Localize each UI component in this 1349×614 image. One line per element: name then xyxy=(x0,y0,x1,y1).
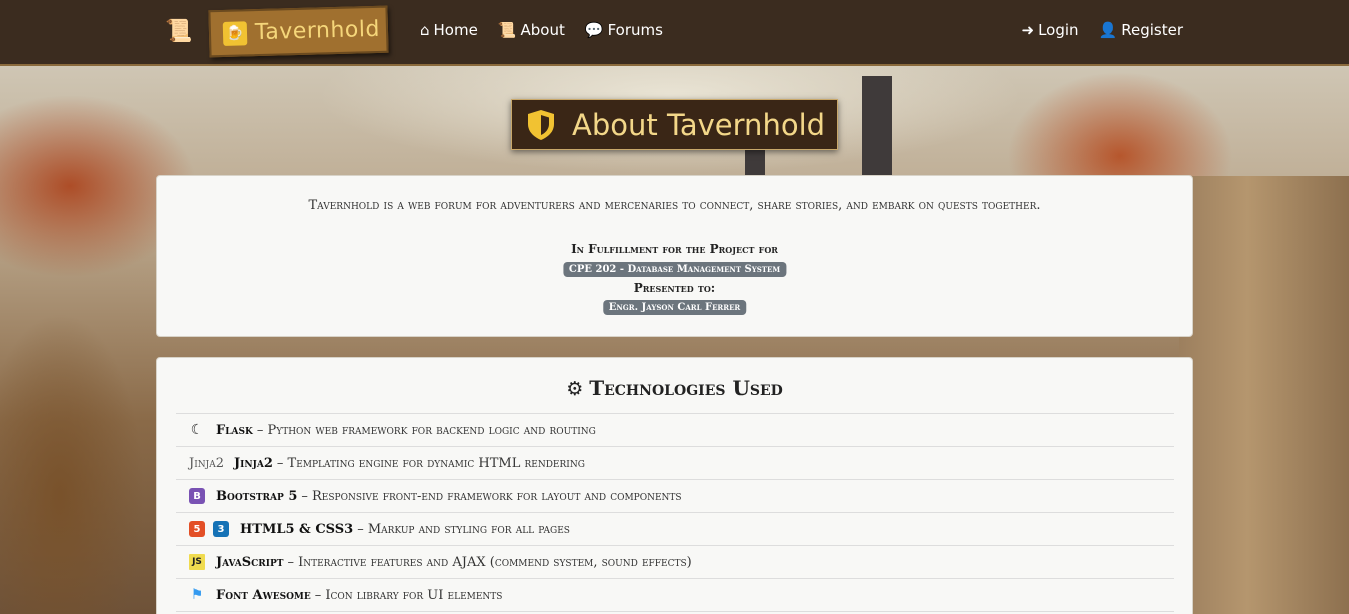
css3-icon: 3 xyxy=(213,521,229,537)
nav-forums[interactable]: 💬 Forums xyxy=(585,21,663,39)
user-plus-icon: 👤 xyxy=(1098,21,1118,39)
about-description: Tavernhold is a web forum for adventurer… xyxy=(308,198,1041,213)
tech-desc: – Icon library for UI elements xyxy=(314,587,503,603)
tech-desc: – Interactive features and AJAX (commend… xyxy=(287,554,692,570)
technologies-heading: ⚙ Technologies Used xyxy=(157,376,1192,400)
jinja-text: Jinja2 xyxy=(189,455,225,471)
about-card: Tavernhold is a web forum for adventurer… xyxy=(156,175,1193,337)
list-item: JS JavaScript – Interactive features and… xyxy=(176,546,1174,579)
tech-name: Jinja2 xyxy=(234,455,273,471)
html5-icon: 5 xyxy=(189,521,205,537)
tech-name: JavaScript xyxy=(216,554,284,570)
presented-label: Presented to: xyxy=(633,281,716,295)
nav-links: ⌂ Home 📜 About 💬 Forums xyxy=(420,21,663,39)
tech-name: Bootstrap 5 xyxy=(216,488,298,504)
login-label: Login xyxy=(1038,21,1079,39)
fulfillment-label: In Fulfillment for the Project for xyxy=(571,242,778,256)
brand-logo[interactable]: 🍺 Tavernhold xyxy=(208,5,389,58)
tech-name: Flask xyxy=(216,422,253,438)
gears-icon: ⚙ xyxy=(566,378,584,400)
nav-home[interactable]: ⌂ Home xyxy=(420,21,478,39)
shield-icon xyxy=(528,109,554,140)
instructor-badge: Engr. Jayson Carl Ferrer xyxy=(602,300,747,315)
flask-icon: ☾ xyxy=(190,422,204,438)
home-icon: ⌂ xyxy=(420,21,430,39)
technologies-list: ☾ Flask – Python web framework for backe… xyxy=(176,413,1174,612)
page-title: About Tavernhold xyxy=(572,107,826,142)
nav-forums-label: Forums xyxy=(607,21,663,39)
tech-name: HTML5 & CSS3 xyxy=(240,521,354,537)
font-awesome-icon: ⚑ xyxy=(190,587,204,603)
tech-desc: – Python web framework for backend logic… xyxy=(256,422,596,438)
tech-desc: – Templating engine for dynamic HTML ren… xyxy=(276,455,585,471)
tech-desc: – Markup and styling for all pages xyxy=(357,521,570,537)
sign-in-icon: ➜ xyxy=(1021,21,1035,39)
stone-wall xyxy=(1179,176,1349,614)
navbar: 📜 🍺 Tavernhold ⌂ Home 📜 About 💬 Forums ➜… xyxy=(0,0,1349,66)
list-item: Jinja2 Jinja2 – Templating engine for dy… xyxy=(176,447,1174,480)
course-badge: CPE 202 - Database Management System xyxy=(562,262,787,277)
register-link[interactable]: 👤 Register xyxy=(1099,21,1183,39)
list-item: B Bootstrap 5 – Responsive front-end fra… xyxy=(176,480,1174,513)
register-label: Register xyxy=(1121,21,1183,39)
brand-name: Tavernhold xyxy=(254,16,381,46)
scroll-menu-icon[interactable]: 📜 xyxy=(165,20,193,44)
list-item: ☾ Flask – Python web framework for backe… xyxy=(176,414,1174,447)
nav-about[interactable]: 📜 About xyxy=(498,21,565,39)
page-title-box: About Tavernhold xyxy=(511,99,838,150)
tech-name: Font Awesome xyxy=(216,587,311,603)
bootstrap-icon: B xyxy=(189,488,205,504)
scroll-icon: 📜 xyxy=(497,21,517,39)
nav-home-label: Home xyxy=(433,21,478,39)
login-link[interactable]: ➜ Login xyxy=(1022,21,1079,39)
list-item: 5 3 HTML5 & CSS3 – Markup and styling fo… xyxy=(176,513,1174,546)
technologies-card: ⚙ Technologies Used ☾ Flask – Python web … xyxy=(156,357,1193,614)
nav-about-label: About xyxy=(520,21,565,39)
mug-icon: 🍺 xyxy=(222,20,248,46)
technologies-heading-text: Technologies Used xyxy=(589,376,783,400)
nav-auth: ➜ Login 👤 Register xyxy=(1022,21,1184,39)
list-item: ⚑ Font Awesome – Icon library for UI ele… xyxy=(176,579,1174,612)
javascript-icon: JS xyxy=(189,554,205,570)
comments-icon: 💬 xyxy=(584,21,604,39)
tech-desc: – Responsive front-end framework for lay… xyxy=(301,488,682,504)
